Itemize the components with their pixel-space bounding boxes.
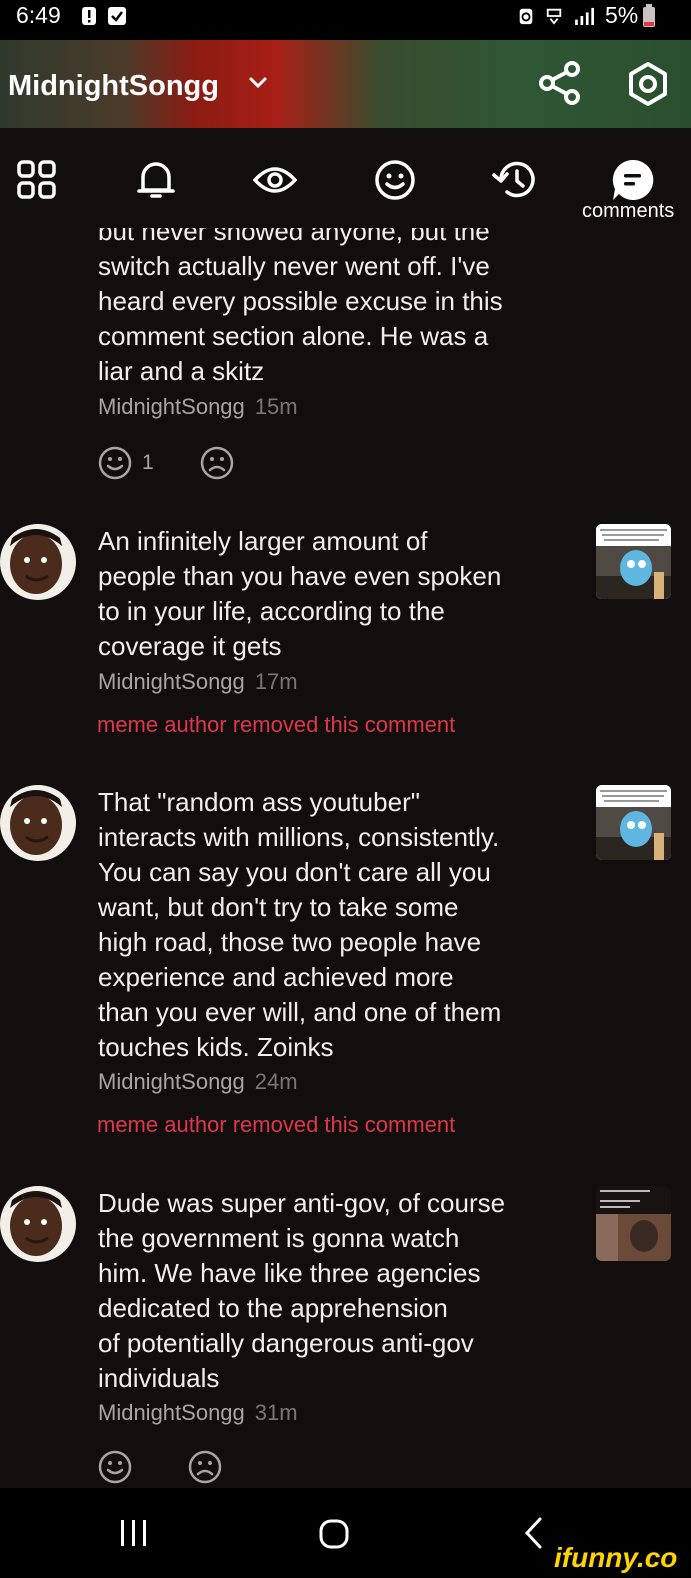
comment-text: Dude was super anti-gov, of course the g… xyxy=(98,1186,578,1396)
comment-text: but never showed anyone, but the switch … xyxy=(98,228,578,389)
data-icon xyxy=(546,8,562,25)
comment-meta: MidnightSongg 24m xyxy=(98,1069,298,1095)
share-icon[interactable] xyxy=(538,60,582,106)
comment-author[interactable]: MidnightSongg xyxy=(98,394,245,419)
frown-icon xyxy=(188,1450,222,1484)
meme-thumbnail-image xyxy=(596,524,671,599)
profile-header: MidnightSongg xyxy=(0,40,691,128)
header-title[interactable]: MidnightSongg xyxy=(8,70,219,103)
unsmile-reaction[interactable] xyxy=(188,1450,222,1484)
avatar[interactable] xyxy=(0,785,76,861)
comment-line: the government is gonna watch xyxy=(98,1223,460,1253)
comment-line: than you ever will, and one of them xyxy=(98,997,502,1027)
comment-line: liar and a skitz xyxy=(98,356,265,386)
check-box-icon xyxy=(108,7,126,25)
comment-time: 17m xyxy=(254,669,298,694)
smile-icon xyxy=(98,1450,132,1484)
comment-line: switch actually never went off. I've xyxy=(98,251,490,281)
comment-line: individuals xyxy=(98,1363,220,1393)
comment-line: high road, those two people have xyxy=(98,927,482,957)
meme-thumbnail-image xyxy=(596,785,671,860)
comment-author[interactable]: MidnightSongg xyxy=(98,1400,245,1425)
comment-line: want, but don't try to take some xyxy=(98,892,459,922)
smile-reaction[interactable]: 1 xyxy=(98,446,154,480)
comment-line: of potentially dangerous anti-gov xyxy=(98,1328,474,1358)
meme-thumbnail[interactable] xyxy=(596,524,671,599)
chevron-down-icon[interactable] xyxy=(248,76,268,90)
comment-line: comment section alone. He was a xyxy=(98,321,489,351)
alert-icon xyxy=(82,7,96,25)
comment-line: coverage it gets xyxy=(98,631,282,661)
unsmile-reaction[interactable] xyxy=(200,446,234,480)
recycle-icon xyxy=(519,8,533,25)
comment-line: experience and achieved more xyxy=(98,962,454,992)
signal-icon xyxy=(575,7,594,25)
comment-author[interactable]: MidnightSongg xyxy=(98,1069,245,1094)
comment-text: That "random ass youtuber" interacts wit… xyxy=(98,785,578,1065)
meme-thumbnail[interactable] xyxy=(596,785,671,860)
status-bar: 6:49 5% xyxy=(0,0,691,40)
comment-line: You can say you don't care all you xyxy=(98,857,491,887)
avatar-image xyxy=(0,1186,76,1262)
eye-icon xyxy=(253,167,297,193)
removed-notice: meme author removed this comment xyxy=(97,712,456,737)
meme-thumbnail[interactable] xyxy=(596,1186,671,1261)
comment-time: 15m xyxy=(254,394,298,419)
bell-icon xyxy=(137,162,175,198)
tab-notifications[interactable] xyxy=(128,152,184,208)
home-icon[interactable] xyxy=(318,1518,350,1550)
meme-thumbnail-image xyxy=(596,1186,671,1261)
comment-line: touches kids. Zoinks xyxy=(98,1032,334,1062)
comment-line: heard every possible excuse in this xyxy=(98,286,503,316)
comment-line: but never showed anyone, but the xyxy=(98,228,490,246)
battery-percent: 5% xyxy=(605,2,639,28)
comment-meta: MidnightSongg 31m xyxy=(98,1400,298,1426)
tab-comments-label: comments xyxy=(582,200,675,222)
comment-line: That "random ass youtuber" xyxy=(98,787,420,817)
avatar[interactable] xyxy=(0,524,76,600)
frown-icon xyxy=(200,446,234,480)
comment-meta: MidnightSongg 15m xyxy=(98,394,298,420)
watermark: ifunny.co xyxy=(554,1542,678,1573)
back-icon[interactable] xyxy=(522,1516,546,1550)
avatar-image xyxy=(0,785,76,861)
comment-line: interacts with millions, consistently. xyxy=(98,822,500,852)
grid-icon xyxy=(17,160,56,199)
removed-notice: meme author removed this comment xyxy=(97,1112,456,1137)
comment-line: Dude was super anti-gov, of course xyxy=(98,1188,506,1218)
status-time: 6:49 xyxy=(16,2,61,28)
comment-line: An infinitely larger amount of xyxy=(98,526,428,556)
comment-text: An infinitely larger amount of people th… xyxy=(98,524,578,664)
tab-grid[interactable] xyxy=(9,152,65,208)
comment-line: him. We have like three agencies xyxy=(98,1258,481,1288)
profile-tab-bar: comments xyxy=(0,128,691,228)
comment-line: people than you have even spoken xyxy=(98,561,502,591)
battery-icon xyxy=(643,4,655,27)
comment-list: but never showed anyone, but the switch … xyxy=(0,228,691,1488)
avatar[interactable] xyxy=(0,1186,76,1262)
comment-line: dedicated to the apprehension xyxy=(98,1293,448,1323)
comments-icon xyxy=(612,159,654,200)
avatar-image xyxy=(0,524,76,600)
settings-icon[interactable] xyxy=(626,62,670,106)
comment-meta: MidnightSongg 17m xyxy=(98,669,298,695)
smile-reaction[interactable] xyxy=(98,1450,132,1484)
smile-icon xyxy=(98,446,132,480)
history-icon xyxy=(492,161,535,198)
comment-time: 24m xyxy=(254,1069,298,1094)
tab-views[interactable] xyxy=(247,152,303,208)
comment-author[interactable]: MidnightSongg xyxy=(98,669,245,694)
comment-line: to in your life, according to the xyxy=(98,596,445,626)
tab-history[interactable] xyxy=(487,152,543,208)
comment-time: 31m xyxy=(254,1400,298,1425)
tab-smiles[interactable] xyxy=(367,152,423,208)
recents-icon[interactable] xyxy=(118,1518,150,1548)
smile-count: 1 xyxy=(142,451,154,474)
smile-icon xyxy=(375,160,415,200)
